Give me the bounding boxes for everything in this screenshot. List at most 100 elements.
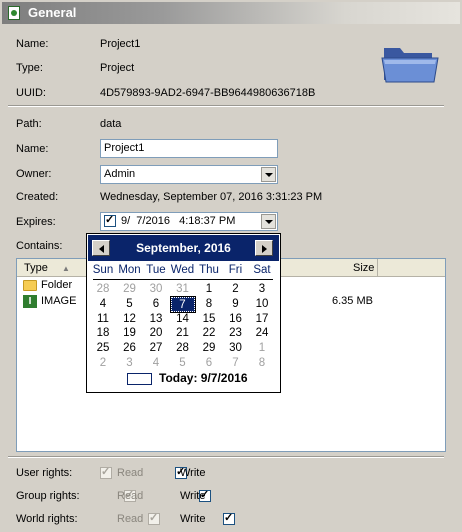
calendar-day[interactable]: 30	[144, 282, 168, 297]
read-label: Read	[117, 513, 144, 525]
weekday-divider	[93, 279, 273, 280]
calendar-day[interactable]: 6	[144, 297, 168, 312]
name-input[interactable]: Project1	[100, 139, 278, 158]
calendar-day[interactable]: 18	[91, 326, 115, 341]
image-icon: I	[23, 295, 37, 308]
calendar-title-bar: September, 2016	[88, 235, 279, 261]
uuid-label: UUID:	[16, 87, 46, 99]
contains-label: Contains:	[16, 240, 63, 252]
empty-column-header	[377, 259, 445, 277]
name-label: Name:	[16, 38, 49, 50]
calendar-day[interactable]: 10	[250, 297, 274, 312]
list-item-name: IMAGE	[41, 295, 77, 307]
calendar-day[interactable]: 23	[224, 326, 248, 341]
section-header: General	[2, 2, 460, 24]
rights-label: User rights:	[16, 467, 73, 479]
separator	[8, 105, 444, 107]
prev-month-button[interactable]	[92, 240, 110, 256]
weekday-label: Tue	[146, 264, 166, 276]
calendar-day[interactable]: 26	[118, 341, 142, 356]
weekday-label: Wed	[170, 264, 195, 276]
created-value: Wednesday, September 07, 2016 3:31:23 PM	[100, 191, 323, 203]
calendar-day[interactable]: 16	[224, 312, 248, 327]
owner-label: Owner:	[16, 168, 52, 180]
expires-label: Expires:	[16, 216, 56, 228]
calendar-day[interactable]: 28	[91, 282, 115, 297]
calendar-day[interactable]: 17	[250, 312, 274, 327]
calendar-day[interactable]: 8	[250, 356, 274, 371]
calendar-day[interactable]: 19	[118, 326, 142, 341]
expires-datetime-picker[interactable]: ✓ 9/ 7/2016 4:18:37 PM	[100, 212, 278, 231]
write-label: Write	[180, 513, 206, 525]
calendar-popup[interactable]: September, 2016 Sun Mon Tue Wed Thu Fri Sat 28…	[86, 233, 281, 393]
calendar-day[interactable]: 21	[171, 326, 195, 341]
list-item-size: 6.35 MB	[332, 295, 373, 307]
calendar-day[interactable]: 13	[144, 312, 168, 327]
calendar-day[interactable]: 28	[171, 341, 195, 356]
weekday-label: Fri	[228, 264, 243, 276]
type-label: Type:	[16, 62, 43, 74]
chevron-down-icon[interactable]	[261, 167, 276, 182]
write-checkbox[interactable]: ✓	[223, 512, 235, 526]
calendar-day[interactable]: 29	[197, 341, 221, 356]
chevron-down-icon[interactable]	[261, 214, 276, 229]
uuid-value: 4D579893-9AD2-6947-BB9644980636718B	[100, 87, 316, 99]
calendar-day[interactable]: 12	[118, 312, 142, 327]
calendar-day[interactable]: 22	[197, 326, 221, 341]
calendar-day[interactable]: 8	[197, 297, 221, 312]
calendar-day[interactable]: 14	[171, 312, 195, 327]
sort-up-icon: ▲	[62, 264, 70, 273]
owner-value: Admin	[104, 168, 136, 180]
calendar-day[interactable]: 5	[171, 356, 195, 371]
calendar-day[interactable]: 20	[144, 326, 168, 341]
calendar-month-label: September, 2016	[136, 241, 231, 255]
calendar-day[interactable]: 9	[224, 297, 248, 312]
weekday-label: Sat	[253, 264, 271, 276]
calendar-day[interactable]: 2	[91, 356, 115, 371]
path-label: Path:	[16, 118, 42, 130]
calendar-day[interactable]: 2	[224, 282, 248, 297]
calendar-day[interactable]: 1	[197, 282, 221, 297]
calendar-day[interactable]: 11	[91, 312, 115, 327]
calendar-day[interactable]: 3	[250, 282, 274, 297]
size-column-header[interactable]: Size	[281, 259, 377, 277]
read-checkbox: ✓	[100, 466, 112, 480]
type-column-label: Type	[24, 262, 48, 274]
read-label: Read	[117, 490, 144, 502]
calendar-day[interactable]: 29	[118, 282, 142, 297]
separator	[8, 456, 444, 458]
calendar-day[interactable]: 27	[144, 341, 168, 356]
path-value: data	[100, 118, 122, 130]
document-icon	[8, 6, 20, 20]
folder-icon	[381, 48, 439, 83]
owner-select[interactable]: Admin	[100, 165, 278, 184]
list-item-name: Folder	[41, 279, 73, 291]
calendar-day[interactable]: 25	[91, 341, 115, 356]
expires-checkbox[interactable]: ✓	[104, 214, 116, 227]
calendar-day[interactable]: 7	[169, 295, 196, 313]
calendar-day[interactable]: 5	[118, 297, 142, 312]
next-month-button[interactable]	[255, 240, 273, 256]
calendar-day[interactable]: 7	[224, 356, 248, 371]
section-title: General	[28, 5, 77, 20]
calendar-day[interactable]: 24	[250, 326, 274, 341]
calendar-day[interactable]: 3	[118, 356, 142, 371]
calendar-day[interactable]: 6	[197, 356, 221, 371]
calendar-day[interactable]: 1	[250, 341, 274, 356]
today-link[interactable]: Today: 9/7/2016	[159, 371, 248, 385]
write-label: Write	[180, 490, 206, 502]
calendar-day[interactable]: 4	[91, 297, 115, 312]
name-value: Project1	[100, 38, 141, 50]
calendar-day[interactable]: 15	[197, 312, 221, 327]
name-field-label: Name:	[16, 143, 49, 155]
size-column-label: Size	[353, 262, 375, 274]
calendar-day[interactable]: 30	[224, 341, 248, 356]
read-checkbox: ✓	[148, 512, 160, 526]
write-label: Write	[180, 467, 206, 479]
read-label: Read	[117, 467, 144, 479]
calendar-day[interactable]: 4	[144, 356, 168, 371]
calendar-day[interactable]: 31	[171, 282, 195, 297]
weekday-label: Sun	[92, 264, 114, 276]
folder-icon	[23, 280, 37, 291]
expires-value: 9/ 7/2016 4:18:37 PM	[121, 215, 236, 227]
